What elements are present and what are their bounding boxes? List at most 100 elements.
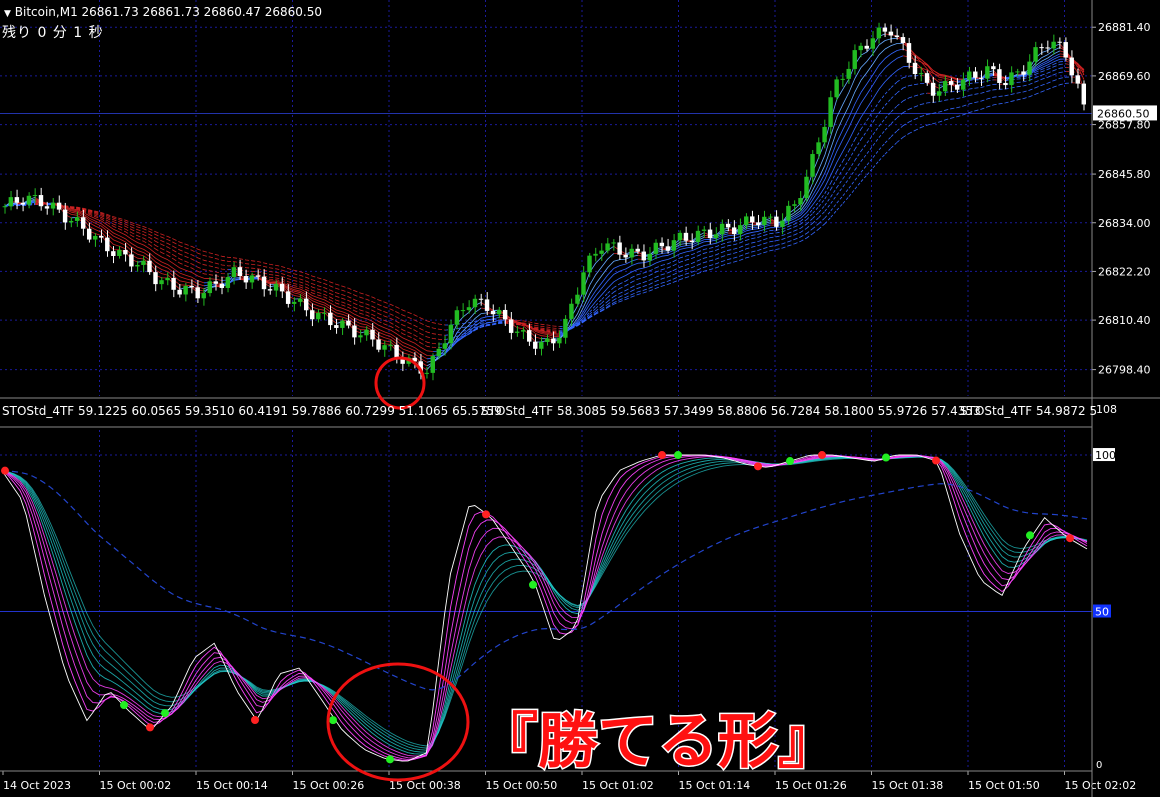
candle-body xyxy=(533,341,538,349)
trading-chart[interactable]: 14 Oct 2023 15 Oct 00:02 15 Oct 00:14 15 Oc… xyxy=(0,0,1160,797)
ma-up-line xyxy=(4,71,1066,336)
candle-body xyxy=(334,325,339,328)
candle-body xyxy=(665,246,671,251)
ma-down-line xyxy=(17,43,1085,363)
candle-body xyxy=(86,228,92,240)
candle-body xyxy=(936,91,942,96)
candle-body xyxy=(285,291,291,304)
candle-body xyxy=(484,299,490,311)
candle-body xyxy=(961,79,966,90)
candle-body xyxy=(563,318,568,338)
candle-body xyxy=(111,251,116,256)
candle-body xyxy=(382,345,387,350)
candle-body xyxy=(2,206,8,208)
candle-body xyxy=(744,216,749,226)
candle-body xyxy=(261,276,267,290)
annotation-caption: 『勝てる形』 xyxy=(478,707,838,777)
candle-body xyxy=(780,220,785,227)
candle-body xyxy=(810,154,815,177)
time-tick-label: 15 Oct 01:14 xyxy=(679,779,751,792)
candle-body xyxy=(635,248,640,252)
ma-down-line xyxy=(35,63,1085,345)
ma-down-line xyxy=(35,67,1085,340)
candle-body xyxy=(575,294,580,304)
candle-body xyxy=(527,330,532,342)
candle-body xyxy=(677,232,683,241)
candle-body xyxy=(997,69,1002,83)
indicator-label-1: STOStd_4TF 59.1225 60.0565 59.3510 60.41… xyxy=(2,404,502,418)
candle-body xyxy=(32,195,38,197)
highlight-circle-price xyxy=(374,356,426,410)
time-tick-label: 15 Oct 00:14 xyxy=(196,779,268,792)
candle-body xyxy=(38,195,44,207)
candle-body xyxy=(520,330,526,332)
candle-body xyxy=(1057,41,1062,43)
candle-body xyxy=(153,272,158,285)
candle-body xyxy=(587,255,592,273)
candle-body xyxy=(671,240,677,251)
candle-body xyxy=(44,206,50,209)
candle-body xyxy=(255,275,261,277)
stoch-marker-sell xyxy=(1,466,9,475)
candle-body xyxy=(213,281,218,284)
candle-body xyxy=(62,209,68,223)
candle-body xyxy=(840,78,845,80)
candle-body xyxy=(20,202,26,205)
candle-body xyxy=(599,250,604,254)
candle-body xyxy=(1033,47,1038,62)
time-tick-label: 15 Oct 01:38 xyxy=(872,779,944,792)
candle-body xyxy=(942,81,948,92)
candle-body xyxy=(436,348,442,357)
time-tick-label: 14 Oct 2023 xyxy=(3,779,71,792)
candle-body xyxy=(852,50,857,69)
candle-body xyxy=(641,251,646,261)
candle-body xyxy=(105,237,110,252)
candle-body xyxy=(189,285,194,288)
stoch-marker-sell xyxy=(1066,534,1074,543)
candle-body xyxy=(617,242,622,255)
candle-body xyxy=(876,27,882,39)
candle-body xyxy=(430,356,435,373)
symbol-line: Bitcoin,M1 26861.73 26861.73 26860.47 26… xyxy=(14,5,322,19)
candle-body xyxy=(225,277,231,288)
candle-body xyxy=(973,71,978,78)
candle-body xyxy=(14,197,20,203)
ma-down-line xyxy=(35,60,1085,348)
candle-body xyxy=(454,310,460,325)
candle-body xyxy=(539,342,544,349)
candle-body xyxy=(647,253,652,261)
candle-body xyxy=(123,249,128,255)
ma-up-line xyxy=(4,63,1066,345)
candle-body xyxy=(340,320,345,328)
candle-body xyxy=(979,77,984,79)
candle-body xyxy=(858,45,863,51)
stoch-line xyxy=(1,456,1088,747)
candle-body xyxy=(201,293,206,299)
candle-body xyxy=(207,281,212,294)
candle-body xyxy=(243,276,249,283)
candle-body xyxy=(80,217,86,229)
candle-body xyxy=(249,275,255,283)
ma-up-line xyxy=(4,76,1072,331)
indicator-label-3: STOStd_4TF 54.9872 5 xyxy=(960,404,1098,418)
candle-body xyxy=(273,283,279,291)
candle-body xyxy=(147,260,152,273)
stoch-marker-sell xyxy=(932,456,940,465)
time-tick-label: 15 Oct 00:26 xyxy=(293,779,365,792)
candle-body xyxy=(768,216,773,218)
price-tick-label: 26857.80 xyxy=(1098,119,1151,132)
candle-body xyxy=(948,81,954,85)
candle-body xyxy=(828,97,833,127)
ma-up-line xyxy=(4,67,1066,340)
candle-body xyxy=(713,234,719,239)
candle-body xyxy=(508,319,514,333)
candle-body xyxy=(346,320,351,326)
candle-body xyxy=(822,126,827,143)
candle-body xyxy=(1069,57,1074,76)
candle-body xyxy=(581,272,586,295)
candle-body xyxy=(328,312,333,326)
chevron-down-icon[interactable]: ▼ xyxy=(4,9,11,19)
candle-body xyxy=(177,289,182,295)
candle-body xyxy=(99,235,104,238)
candle-body xyxy=(725,223,731,228)
